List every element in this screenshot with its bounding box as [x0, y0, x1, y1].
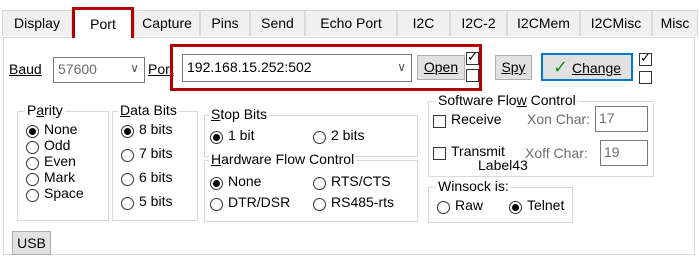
- port-label: Port: [148, 61, 174, 77]
- tab-port[interactable]: Port: [72, 7, 134, 38]
- baud-value: 57600: [58, 61, 97, 77]
- port-checkbox-2[interactable]: [466, 69, 479, 82]
- hw-flow-title: Hardware Flow Control: [209, 151, 357, 167]
- parity-mark-label: Mark: [44, 169, 76, 185]
- hwflow-none-label: None: [228, 173, 262, 189]
- tab-send[interactable]: Send: [250, 10, 305, 36]
- databits-8-label: 8 bits: [139, 121, 173, 137]
- tab-i2cmisc[interactable]: I2CMisc: [580, 10, 652, 36]
- change-checkbox-1[interactable]: [639, 50, 652, 66]
- tab-capture[interactable]: Capture: [134, 10, 200, 36]
- parity-odd-label: Odd: [44, 137, 71, 153]
- stopbits-1-label: 1 bit: [228, 127, 255, 143]
- tab-pins[interactable]: Pins: [200, 10, 250, 36]
- change-checkbox-2[interactable]: [639, 71, 652, 84]
- databits-6-radio[interactable]: [121, 173, 134, 186]
- open-button[interactable]: Open: [417, 55, 465, 80]
- change-button[interactable]: ✓ Change: [541, 53, 633, 81]
- checkmark-icon: ✓: [552, 57, 569, 77]
- tab-i2c[interactable]: I2C: [397, 10, 450, 36]
- hwflow-dtrdsr-label: DTR/DSR: [228, 194, 291, 210]
- stopbits-1-radio[interactable]: [210, 131, 223, 144]
- xoff-label: Xoff Char:: [525, 145, 588, 161]
- stopbits-2-label: 2 bits: [331, 127, 365, 143]
- hwflow-dtrdsr-radio[interactable]: [210, 198, 223, 211]
- databits-6-label: 6 bits: [139, 169, 173, 185]
- parity-even-radio[interactable]: [26, 157, 39, 170]
- parity-mark-radio[interactable]: [26, 173, 39, 186]
- label43: Label43: [478, 157, 528, 173]
- tab-display[interactable]: Display: [2, 10, 72, 36]
- tab-echo-port[interactable]: Echo Port: [305, 10, 397, 36]
- xon-value: 17: [599, 110, 615, 126]
- stop-bits-title: Stop Bits: [209, 106, 270, 122]
- stopbits-2-radio[interactable]: [313, 131, 326, 144]
- tab-bar: Display Port Capture Pins Send Echo Port…: [0, 0, 700, 38]
- sw-flow-title: Software Flow Control: [436, 92, 578, 108]
- receive-checkbox[interactable]: [433, 115, 446, 128]
- change-button-label: Change: [571, 60, 622, 76]
- parity-space-radio[interactable]: [26, 189, 39, 202]
- tab-i2cmem[interactable]: I2CMem: [507, 10, 580, 36]
- transmit-checkbox[interactable]: [433, 147, 446, 160]
- xoff-input[interactable]: 19: [600, 140, 648, 166]
- parity-space-label: Space: [44, 185, 84, 201]
- winsock-telnet-radio[interactable]: [509, 201, 522, 214]
- port-select[interactable]: 192.168.15.252:502 ∨: [182, 54, 412, 82]
- chevron-down-icon: ∨: [130, 61, 139, 75]
- databits-7-radio[interactable]: [121, 149, 134, 162]
- spy-button-label: Spy: [501, 59, 526, 75]
- parity-title: Parity: [25, 102, 65, 118]
- chevron-down-icon: ∨: [397, 60, 406, 74]
- xon-input[interactable]: 17: [595, 106, 648, 132]
- data-bits-title: Data Bits: [118, 102, 179, 118]
- xon-label: Xon Char:: [527, 111, 591, 127]
- databits-5-label: 5 bits: [139, 193, 173, 209]
- tab-misc[interactable]: Misc: [652, 10, 698, 36]
- databits-8-radio[interactable]: [121, 125, 134, 138]
- port-checkbox-1[interactable]: [466, 49, 479, 65]
- winsock-telnet-label: Telnet: [527, 197, 565, 213]
- tab-i2c-2[interactable]: I2C-2: [450, 10, 507, 36]
- winsock-raw-label: Raw: [455, 197, 484, 213]
- port-value: 192.168.15.252:502: [187, 59, 312, 75]
- winsock-raw-radio[interactable]: [437, 201, 450, 214]
- baud-label: Baud: [9, 61, 42, 77]
- hwflow-rs485-label: RS485-rts: [331, 194, 395, 210]
- parity-none-label: None: [44, 121, 78, 137]
- spy-button[interactable]: Spy: [495, 55, 532, 80]
- hwflow-rtscts-label: RTS/CTS: [331, 173, 391, 189]
- open-button-label: Open: [423, 59, 459, 75]
- receive-label: Receive: [451, 111, 502, 127]
- hwflow-rtscts-radio[interactable]: [313, 177, 326, 190]
- winsock-title: Winsock is:: [436, 178, 511, 194]
- parity-odd-radio[interactable]: [26, 141, 39, 154]
- hwflow-none-radio[interactable]: [210, 177, 223, 190]
- parity-none-radio[interactable]: [26, 125, 39, 138]
- xoff-value: 19: [604, 144, 620, 160]
- baud-select[interactable]: 57600 ∨: [53, 57, 145, 83]
- parity-even-label: Even: [44, 153, 76, 169]
- usb-button[interactable]: USB: [12, 231, 51, 255]
- hw-flow-group: [204, 160, 418, 222]
- databits-5-radio[interactable]: [121, 197, 134, 210]
- hwflow-rs485-radio[interactable]: [313, 198, 326, 211]
- databits-7-label: 7 bits: [139, 145, 173, 161]
